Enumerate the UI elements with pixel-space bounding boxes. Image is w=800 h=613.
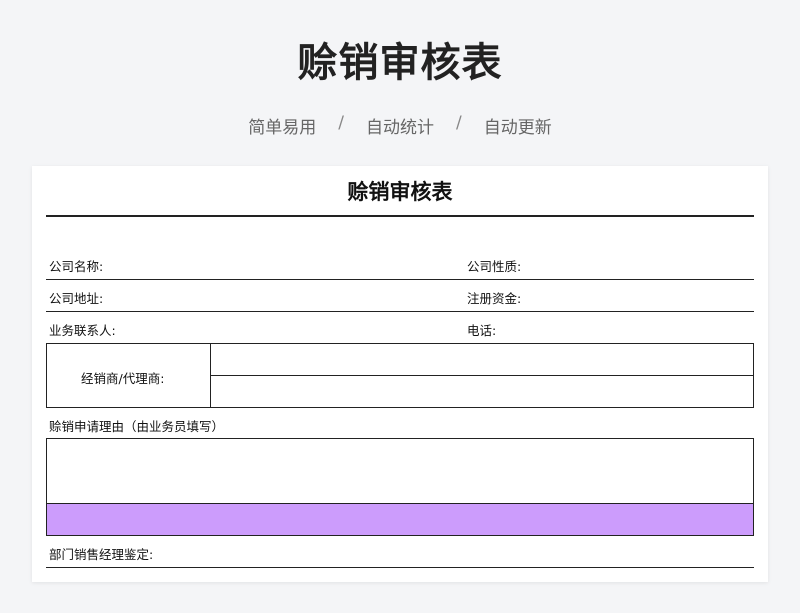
- company-address-label: 公司地址:: [49, 291, 104, 306]
- tag-auto-stats: 自动统计: [366, 118, 434, 138]
- page-title: 赊销审核表: [297, 40, 503, 86]
- tag-auto-update: 自动更新: [483, 118, 552, 138]
- registered-capital-label: 注册资金:: [467, 291, 522, 306]
- tag-separator: /: [338, 113, 344, 133]
- dealer-value-field-2[interactable]: [211, 376, 753, 407]
- tagline: 简单易用 / 自动统计 / 自动更新: [0, 113, 800, 138]
- row-divider: [46, 311, 754, 312]
- phone-label: 电话:: [467, 323, 497, 338]
- highlight-row: [46, 503, 754, 536]
- dealer-value-field-1[interactable]: [211, 344, 753, 375]
- manager-review-label: 部门销售经理鉴定:: [49, 547, 154, 562]
- reason-label: 赊销申请理由（由业务员填写）: [49, 419, 225, 434]
- row-divider: [46, 279, 754, 280]
- title-divider: [46, 215, 754, 217]
- company-name-label: 公司名称:: [49, 259, 104, 274]
- tag-easy: 简单易用: [248, 118, 317, 138]
- reason-textarea[interactable]: [46, 438, 754, 504]
- bottom-divider: [46, 567, 754, 568]
- company-type-label: 公司性质:: [467, 259, 522, 274]
- dealer-agent-label: 经销商/代理商:: [81, 371, 165, 386]
- tag-separator: /: [456, 113, 462, 133]
- form-title: 赊销审核表: [347, 180, 453, 204]
- sales-contact-label: 业务联系人:: [49, 323, 116, 338]
